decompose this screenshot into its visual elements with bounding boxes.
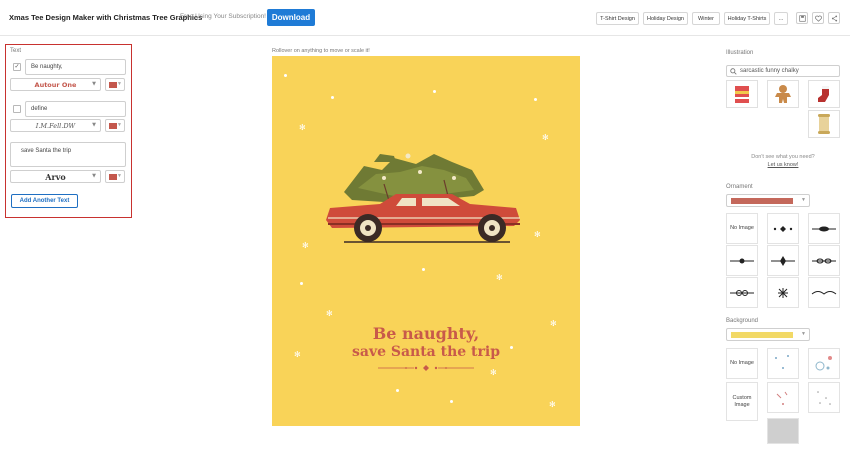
help-text: Don't see what you need? [751,154,815,160]
add-another-text-button[interactable]: Add Another Text [11,194,78,208]
text-3-font-select[interactable]: Arvo ▼ [10,170,101,183]
gingerbread-icon[interactable] [767,80,799,108]
text-2-color-select[interactable]: ▼ [105,119,125,132]
snowflake-icon: ✻ [496,273,503,282]
save-icon[interactable] [796,12,808,24]
more-tags-button[interactable]: ... [774,12,788,25]
ornament-option[interactable] [808,245,840,276]
top-bar: Xmas Tee Design Maker with Christmas Tre… [0,0,850,36]
background-label: Background [726,318,759,324]
text-1-font-label: Autour One [34,80,77,89]
background-color-swatch [731,332,793,338]
ornament-option[interactable] [767,277,799,308]
text-1-color-select[interactable]: ▼ [105,78,125,91]
chevron-down-icon: ▼ [117,81,122,87]
ornament-divider[interactable] [376,364,476,372]
snow-dot [534,98,537,101]
snowflake-icon: ✻ [302,241,309,250]
share-icon[interactable] [828,12,840,24]
ornament-color-swatch [731,198,793,204]
car-with-tree-illustration [326,153,520,243]
chevron-down-icon: ▼ [92,173,96,179]
text-2-checkbox[interactable] [13,105,21,113]
download-button[interactable]: Download [267,9,315,26]
text-2-font-select[interactable]: I.M.Fell.DW ▼ [10,119,101,132]
canvas-hint: Rollover on anything to move or scale it… [272,48,370,54]
chevron-down-icon: ▼ [92,122,96,128]
snow-dot [450,400,453,403]
page-title: Xmas Tee Design Maker with Christmas Tre… [9,13,203,22]
background-no-image[interactable]: No Image [726,348,758,379]
text-2-color-swatch [109,123,117,129]
text-panel: Text ✓ Be naughty, Autour One ▼ ▼ define… [5,44,132,218]
snow-dot [331,96,334,99]
background-option[interactable] [767,382,799,413]
background-option[interactable] [767,348,799,379]
snow-dot [422,268,425,271]
tag-holiday-tshirts[interactable]: Holiday T-Shirts [724,12,770,25]
text-3-color-swatch [109,174,117,180]
search-icon [730,67,737,75]
chevron-down-icon: ▼ [92,81,96,87]
text-1-checkbox[interactable]: ✓ [13,63,21,71]
chevron-down-icon: ▼ [117,122,122,128]
text-3-color-select[interactable]: ▼ [105,170,125,183]
design-canvas[interactable]: ✻ ✻ ✻ ✻ ✻ ✻ ✻ ✻ ✻ ✻ Be naughty, save San… [272,56,580,426]
background-option[interactable] [808,382,840,413]
snowflake-icon: ✻ [299,123,306,132]
ornament-option[interactable] [808,277,840,308]
text-3-font-label: Arvo [45,171,66,182]
text-1-color-swatch [109,82,117,88]
subscription-note: Free Using Your Subscription! [180,13,266,20]
chevron-down-icon: ▼ [801,331,806,337]
ornament-no-image[interactable]: No Image [726,213,758,244]
background-option[interactable] [808,348,840,379]
snowflake-icon: ✻ [490,368,497,377]
ornament-option[interactable] [808,213,840,244]
ornament-option[interactable] [726,245,758,276]
ornament-color-select[interactable]: ▼ [726,194,810,207]
snowflake-icon: ✻ [542,133,549,142]
text-3-input[interactable]: save Santa the trip [10,142,126,167]
illustration-search-value: sarcastic funny chalky [740,68,799,74]
text-1-input[interactable]: Be naughty, [25,59,126,75]
let-us-know-link[interactable]: Let us know! [768,162,799,168]
snow-dot [433,90,436,93]
stocking-icon[interactable] [808,80,840,108]
chevron-down-icon: ▼ [801,197,806,203]
ornament-label: Ornament [726,184,753,190]
card-text-line-2[interactable]: save Santa the trip [272,344,580,360]
ornament-option[interactable] [767,245,799,276]
background-color-select[interactable]: ▼ [726,328,810,341]
heart-icon[interactable] [812,12,824,24]
illustration-search-input[interactable]: sarcastic funny chalky [726,65,840,77]
tag-tshirt-design[interactable]: T-Shirt Design [596,12,639,25]
text-2-font-label: I.M.Fell.DW [35,121,76,130]
scroll-icon[interactable] [808,110,840,138]
snow-dot [284,74,287,77]
text-1-font-select[interactable]: Autour One ▼ [10,78,101,91]
text-2-input[interactable]: define [25,101,126,117]
chevron-down-icon: ▼ [117,173,122,179]
card-text-line-1[interactable]: Be naughty, [272,324,580,343]
sweater-icon[interactable] [726,80,758,108]
snowflake-icon: ✻ [534,230,541,239]
illustration-label: Illustration [726,50,754,56]
snow-dot [396,389,399,392]
background-option[interactable] [767,418,799,444]
tag-holiday-design[interactable]: Holiday Design [643,12,688,25]
snowflake-icon: ✻ [549,400,556,409]
tag-winter[interactable]: Winter [692,12,720,25]
ornament-option[interactable] [767,213,799,244]
illustration-help: Don't see what you need? Let us know! [726,153,840,169]
snow-dot [300,282,303,285]
ornament-option[interactable] [726,277,758,308]
text-panel-label: Text [10,48,22,54]
snowflake-icon: ✻ [326,309,333,318]
background-custom-image[interactable]: Custom Image [726,382,758,421]
